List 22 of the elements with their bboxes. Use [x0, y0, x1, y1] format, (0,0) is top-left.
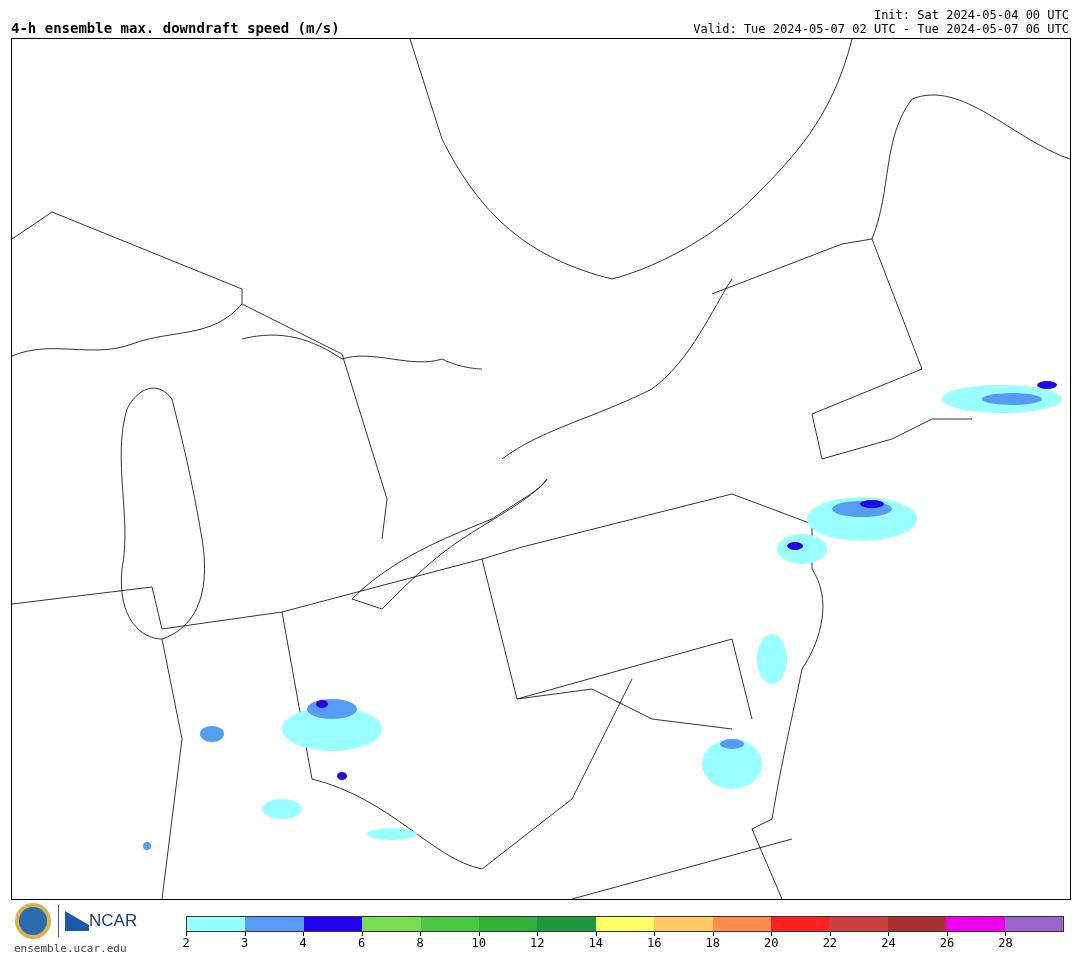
map-title: 4-h ensemble max. downdraft speed (m/s)	[11, 20, 340, 36]
colorbar-label: 28	[998, 936, 1013, 950]
colorbar-label: 14	[588, 936, 603, 950]
seal-logo-icon	[14, 902, 52, 940]
colorbar-label: 2	[182, 936, 190, 950]
valid-time: Valid: Tue 2024-05-07 02 UTC - Tue 2024-05-07 06 UTC	[693, 22, 1069, 36]
site-url: ensemble.ucar.edu	[14, 942, 128, 955]
logo-text: NCAR	[89, 911, 138, 931]
colorbar-label: 24	[881, 936, 896, 950]
colorbar-label: 10	[471, 936, 486, 950]
colorbar-label: 18	[705, 936, 720, 950]
colorbar-label: 6	[358, 936, 366, 950]
wave-logo-icon	[65, 911, 89, 931]
colorbar-label: 3	[240, 936, 249, 950]
colorbar-label: 22	[822, 936, 838, 950]
colorbar-label: 20	[764, 936, 779, 950]
colorbar-label: 26	[939, 936, 955, 950]
init-time: Init: Sat 2024-05-04 00 UTC	[872, 8, 1069, 22]
colorbar-label: 16	[647, 936, 662, 950]
colorbar-label: 8	[416, 936, 424, 950]
colorbar-label: 4	[299, 936, 307, 950]
colorbar-label: 12	[529, 936, 545, 950]
